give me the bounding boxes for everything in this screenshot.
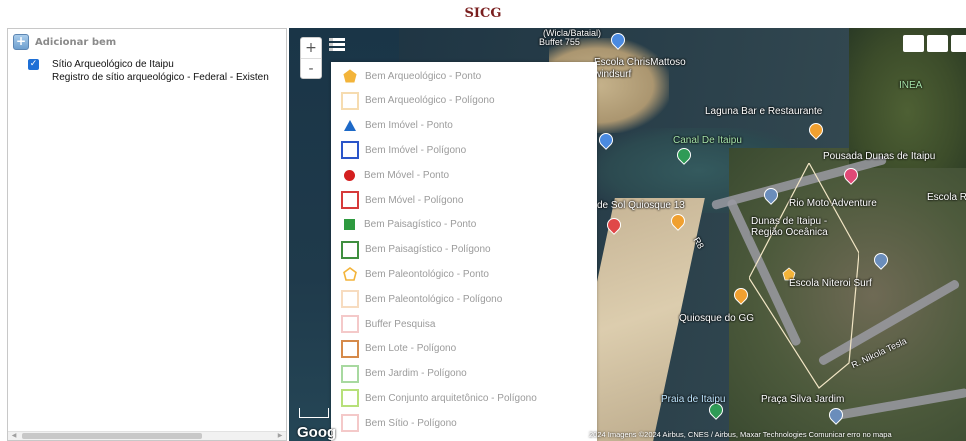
legend-label: Bem Jardim - Polígono (365, 368, 467, 380)
square-outline-icon (341, 339, 359, 358)
legend-label: Bem Paisagístico - Ponto (364, 219, 477, 231)
legend-item: Bem Paisagístico - Polígono (341, 240, 491, 259)
legend-item: Bem Paisagístico - Ponto (341, 216, 476, 234)
google-logo: Goog (297, 424, 337, 441)
legend-item: Buffer Pesquisa (341, 315, 435, 333)
legend-label: Buffer Pesquisa (365, 318, 436, 330)
map-scale (299, 408, 329, 418)
map-label: Laguna Bar e Restaurante (705, 106, 823, 117)
legend-item: Bem Sítio - Polígono (341, 414, 457, 433)
add-asset-button[interactable]: + Adicionar bem (13, 34, 116, 50)
legend-label: Bem Paisagístico - Polígono (365, 244, 491, 256)
map-label: windsurf (594, 69, 632, 80)
pentagon-icon (343, 267, 357, 282)
asset-list-panel: + Adicionar bem ✓ Sítio Arqueológico de … (7, 28, 287, 441)
legend-item: Bem Paleontológico - Ponto (341, 265, 489, 283)
legend-label: Bem Imóvel - Polígono (365, 144, 467, 156)
item-detail: Registro de sítio arqueológico - Federal… (52, 72, 269, 83)
zoom-control: + - (300, 37, 322, 79)
legend-label: Bem Paleontológico - Polígono (365, 293, 503, 305)
legend-label: Bem Paleontológico - Ponto (365, 268, 489, 280)
square-outline-icon (341, 141, 359, 160)
map-control-button[interactable] (927, 35, 948, 52)
square-outline-icon (341, 315, 359, 333)
legend-item: Bem Jardim - Polígono (341, 364, 467, 383)
horizontal-scrollbar[interactable]: ◀ ▶ (8, 431, 286, 440)
legend-item: Bem Paleontológico - Polígono (341, 290, 503, 309)
scroll-left-icon[interactable]: ◀ (8, 432, 20, 440)
square-icon (344, 219, 355, 231)
legend-item: Bem Arqueológico - Ponto (341, 67, 481, 85)
square-outline-icon (341, 290, 359, 309)
legend-item: Bem Arqueológico - Polígono (341, 91, 495, 110)
legend-label: Bem Sítio - Polígono (365, 417, 457, 429)
add-asset-label: Adicionar bem (35, 36, 117, 48)
legend-label: Bem Conjunto arquitetônico - Polígono (365, 392, 537, 404)
legend-item: Bem Imóvel - Polígono (341, 141, 467, 160)
map-label: Praça Silva Jardim (761, 394, 845, 405)
legend-toggle-icon[interactable] (329, 38, 345, 54)
legend-label: Bem Lote - Polígono (365, 343, 457, 355)
map-label: Escola Rayza (927, 192, 966, 203)
legend-item: Bem Lote - Polígono (341, 339, 457, 358)
map-label: INEA (899, 80, 923, 91)
legend-item: Bem Móvel - Polígono (341, 191, 463, 209)
map-attribution: 2024 Imagens ©2024 Airbus, CNES / Airbus… (589, 430, 892, 439)
item-name: Sítio Arqueológico de Itaipu (52, 59, 174, 70)
legend-item: Bem Imóvel - Ponto (341, 117, 453, 135)
map-label: Escola ChrisMattoso (594, 57, 686, 68)
app-title: SICG (464, 6, 502, 21)
map-label: Buffet 755 (539, 37, 580, 47)
map-legend: Bem Arqueológico - Ponto Bem Arqueológico… (331, 62, 597, 441)
legend-label: Bem Arqueológico - Ponto (365, 70, 482, 82)
square-outline-icon (341, 191, 359, 209)
sicg-app: SICG + Adicionar bem ✓ Sítio Arqueológic… (0, 0, 966, 441)
map-label: de Sol Quiosque 13 (597, 200, 685, 211)
add-icon: + (13, 34, 29, 50)
satellite-map[interactable]: (Wicla/Bataial) Buffet 755 Escola ChrisM… (289, 28, 966, 441)
legend-label: Bem Arqueológico - Polígono (365, 95, 495, 107)
map-label: Quiosque do GG (679, 313, 755, 324)
map-control-button[interactable] (951, 35, 966, 52)
item-checkbox[interactable]: ✓ (28, 59, 39, 70)
legend-label: Bem Móvel - Ponto (364, 169, 450, 181)
map-label: Região Oceânica (751, 227, 828, 238)
square-outline-icon (341, 364, 359, 383)
map-pin-icon[interactable] (806, 120, 826, 140)
map-label: Rio Moto Adventure (789, 198, 877, 209)
square-outline-icon (341, 414, 359, 433)
item-text: Sítio Arqueológico de Itaipu Registro de… (52, 58, 269, 84)
zoom-out-button[interactable]: - (301, 58, 321, 78)
map-control-button[interactable] (903, 35, 924, 52)
zoom-in-button[interactable]: + (301, 38, 321, 58)
legend-label: Bem Móvel - Polígono (365, 194, 464, 206)
map-label: Canal De Itaipu (673, 135, 742, 146)
map-label: Dunas de Itaipu - (751, 216, 828, 227)
map-label: Praia de Itaipu (661, 394, 726, 405)
legend-label: Bem Imóvel - Ponto (365, 120, 453, 132)
square-outline-icon (341, 240, 359, 259)
circle-icon (344, 169, 355, 181)
triangle-icon (344, 120, 356, 132)
pentagon-icon (343, 69, 357, 83)
square-outline-icon (341, 389, 359, 408)
scrollbar-thumb[interactable] (22, 433, 202, 439)
scroll-right-icon[interactable]: ▶ (274, 432, 286, 440)
legend-item: Bem Conjunto arquitetônico - Polígono (341, 389, 537, 408)
list-item[interactable]: ✓ Sítio Arqueológico de Itaipu Registro … (28, 58, 269, 84)
map-label: Escola Niteroi Surf (789, 278, 872, 289)
square-outline-icon (341, 91, 359, 110)
legend-item: Bem Móvel - Ponto (341, 166, 449, 184)
map-label: Pousada Dunas de Itaipu (823, 151, 936, 162)
